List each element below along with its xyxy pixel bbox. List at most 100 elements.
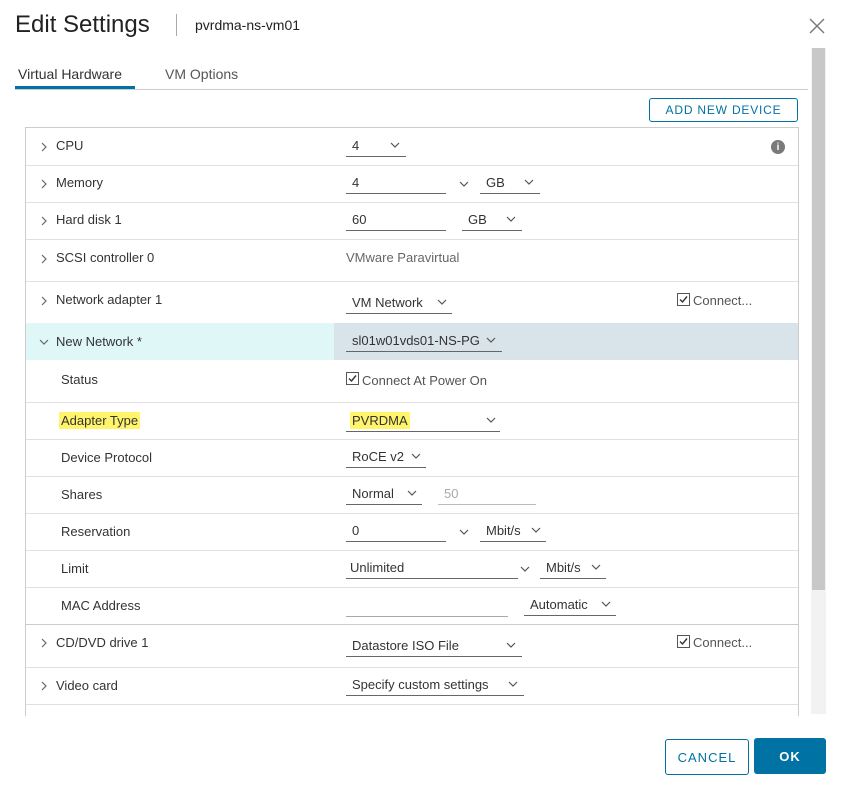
- device-protocol-label: Device Protocol: [61, 450, 153, 465]
- video-card-label: Video card: [56, 678, 118, 693]
- memory-input[interactable]: 4: [346, 173, 446, 194]
- chevron-down-icon[interactable]: [459, 529, 469, 535]
- active-tab-indicator: [15, 86, 135, 89]
- shares-select[interactable]: Normal: [346, 484, 422, 505]
- close-icon[interactable]: [806, 15, 828, 37]
- connect-at-power-on-checkbox[interactable]: [346, 372, 359, 385]
- tabs-divider: [15, 89, 808, 90]
- shares-number-input[interactable]: 50: [438, 484, 536, 505]
- chevron-right-icon[interactable]: [39, 638, 49, 648]
- chevron-down-icon: [411, 453, 421, 459]
- row-network-adapter-1: Network adapter 1 VM Network Connect...: [26, 281, 798, 324]
- mac-mode-select[interactable]: Automatic: [524, 595, 616, 616]
- row-video-card: Video card Specify custom settings: [26, 667, 798, 705]
- tab-vm-options[interactable]: VM Options: [165, 66, 238, 82]
- shares-number: 50: [444, 486, 459, 501]
- limit-label: Limit: [61, 561, 89, 576]
- limit-input[interactable]: Unlimited: [346, 558, 518, 579]
- chevron-down-icon: [531, 527, 541, 533]
- chevron-down-icon[interactable]: [520, 566, 530, 572]
- network-adapter-select[interactable]: VM Network: [346, 293, 452, 314]
- checkmark-icon: [679, 296, 688, 304]
- memory-label: Memory: [56, 175, 103, 190]
- chevron-down-icon: [486, 417, 496, 423]
- network-adapter-label: Network adapter 1: [56, 292, 163, 307]
- adapter-type-label-text: Adapter Type: [59, 412, 141, 429]
- chevron-down-icon: [591, 564, 601, 570]
- row-hard-disk: Hard disk 1 60 GB: [26, 202, 798, 240]
- chevron-down-icon: [437, 299, 447, 305]
- status-label: Status: [61, 372, 98, 387]
- row-limit: Limit Unlimited Mbit/s: [26, 550, 798, 588]
- cd-dvd-label: CD/DVD drive 1: [56, 635, 149, 650]
- scrollbar-thumb[interactable]: [812, 48, 825, 590]
- vm-name: pvrdma-ns-vm01: [195, 17, 301, 33]
- shares-value: Normal: [352, 486, 394, 501]
- chevron-right-icon[interactable]: [39, 179, 49, 189]
- cancel-button[interactable]: CANCEL: [665, 739, 749, 775]
- cd-dvd-select[interactable]: Datastore ISO File: [346, 636, 522, 657]
- hard-disk-input[interactable]: 60: [346, 210, 446, 231]
- chevron-down-icon: [506, 642, 516, 648]
- new-network-value: sl01w01vds01-NS-PG: [352, 333, 480, 348]
- memory-unit: GB: [486, 175, 505, 190]
- row-mac-address: MAC Address Automatic: [26, 587, 798, 625]
- mac-address-input[interactable]: [346, 596, 508, 617]
- new-network-label: New Network *: [56, 334, 142, 349]
- row-adapter-type: Adapter Type PVRDMA: [26, 402, 798, 440]
- row-status: Status Connect At Power On: [26, 360, 798, 403]
- video-card-value: Specify custom settings: [352, 677, 489, 692]
- chevron-down-icon: [524, 179, 534, 185]
- chevron-right-icon[interactable]: [39, 142, 49, 152]
- limit-unit-select[interactable]: Mbit/s: [540, 558, 606, 579]
- chevron-down-icon[interactable]: [39, 337, 49, 347]
- hard-disk-value: 60: [352, 212, 367, 227]
- hard-disk-label: Hard disk 1: [56, 212, 122, 227]
- cpu-value: 4: [352, 138, 360, 153]
- reservation-value: 0: [352, 523, 360, 538]
- cpu-select[interactable]: 4: [346, 136, 406, 157]
- chevron-right-icon[interactable]: [39, 254, 49, 264]
- row-new-network: New Network * sl01w01vds01-NS-PG: [26, 323, 798, 360]
- video-card-select[interactable]: Specify custom settings: [346, 675, 524, 696]
- device-protocol-select[interactable]: RoCE v2: [346, 447, 426, 468]
- chevron-right-icon[interactable]: [39, 681, 49, 691]
- mac-mode-value: Automatic: [530, 597, 588, 612]
- row-shares: Shares Normal 50: [26, 476, 798, 514]
- connect-at-power-on-label: Connect At Power On: [362, 373, 488, 388]
- scsi-label: SCSI controller 0: [56, 250, 155, 265]
- row-cd-dvd-drive: CD/DVD drive 1 Datastore ISO File Connec…: [26, 625, 798, 668]
- checkmark-icon: [348, 375, 357, 383]
- memory-value: 4: [352, 175, 360, 190]
- tab-virtual-hardware[interactable]: Virtual Hardware: [18, 66, 122, 82]
- chevron-down-icon: [508, 681, 518, 687]
- chevron-right-icon[interactable]: [39, 296, 49, 306]
- device-protocol-value: RoCE v2: [352, 449, 405, 464]
- reservation-unit-select[interactable]: Mbit/s: [480, 521, 546, 542]
- adapter-type-value-text: PVRDMA: [350, 412, 410, 429]
- chevron-right-icon[interactable]: [39, 216, 49, 226]
- hard-disk-unit-select[interactable]: GB: [462, 210, 522, 231]
- reservation-input[interactable]: 0: [346, 521, 446, 542]
- reservation-unit: Mbit/s: [486, 523, 521, 538]
- row-memory: Memory 4 GB: [26, 165, 798, 203]
- dialog-title: Edit Settings: [15, 11, 150, 38]
- ok-button[interactable]: OK: [754, 738, 826, 774]
- adapter-type-label: Adapter Type: [59, 412, 141, 429]
- network-adapter-value: VM Network: [352, 295, 423, 310]
- chevron-down-icon: [407, 490, 417, 496]
- limit-unit: Mbit/s: [546, 560, 581, 575]
- add-new-device-button[interactable]: ADD NEW DEVICE: [649, 98, 798, 122]
- hard-disk-unit: GB: [468, 212, 487, 227]
- new-network-select[interactable]: sl01w01vds01-NS-PG: [346, 331, 502, 352]
- cd-connect-checkbox[interactable]: [677, 635, 690, 648]
- info-icon[interactable]: i: [771, 140, 785, 154]
- row-reservation: Reservation 0 Mbit/s: [26, 513, 798, 551]
- connect-checkbox[interactable]: [677, 293, 690, 306]
- chevron-down-icon[interactable]: [459, 181, 469, 187]
- memory-unit-select[interactable]: GB: [480, 173, 540, 194]
- row-cpu: CPU 4 i: [26, 128, 798, 166]
- chevron-down-icon: [601, 601, 611, 607]
- adapter-type-value: PVRDMA: [350, 412, 410, 429]
- adapter-type-select[interactable]: PVRDMA: [346, 411, 500, 432]
